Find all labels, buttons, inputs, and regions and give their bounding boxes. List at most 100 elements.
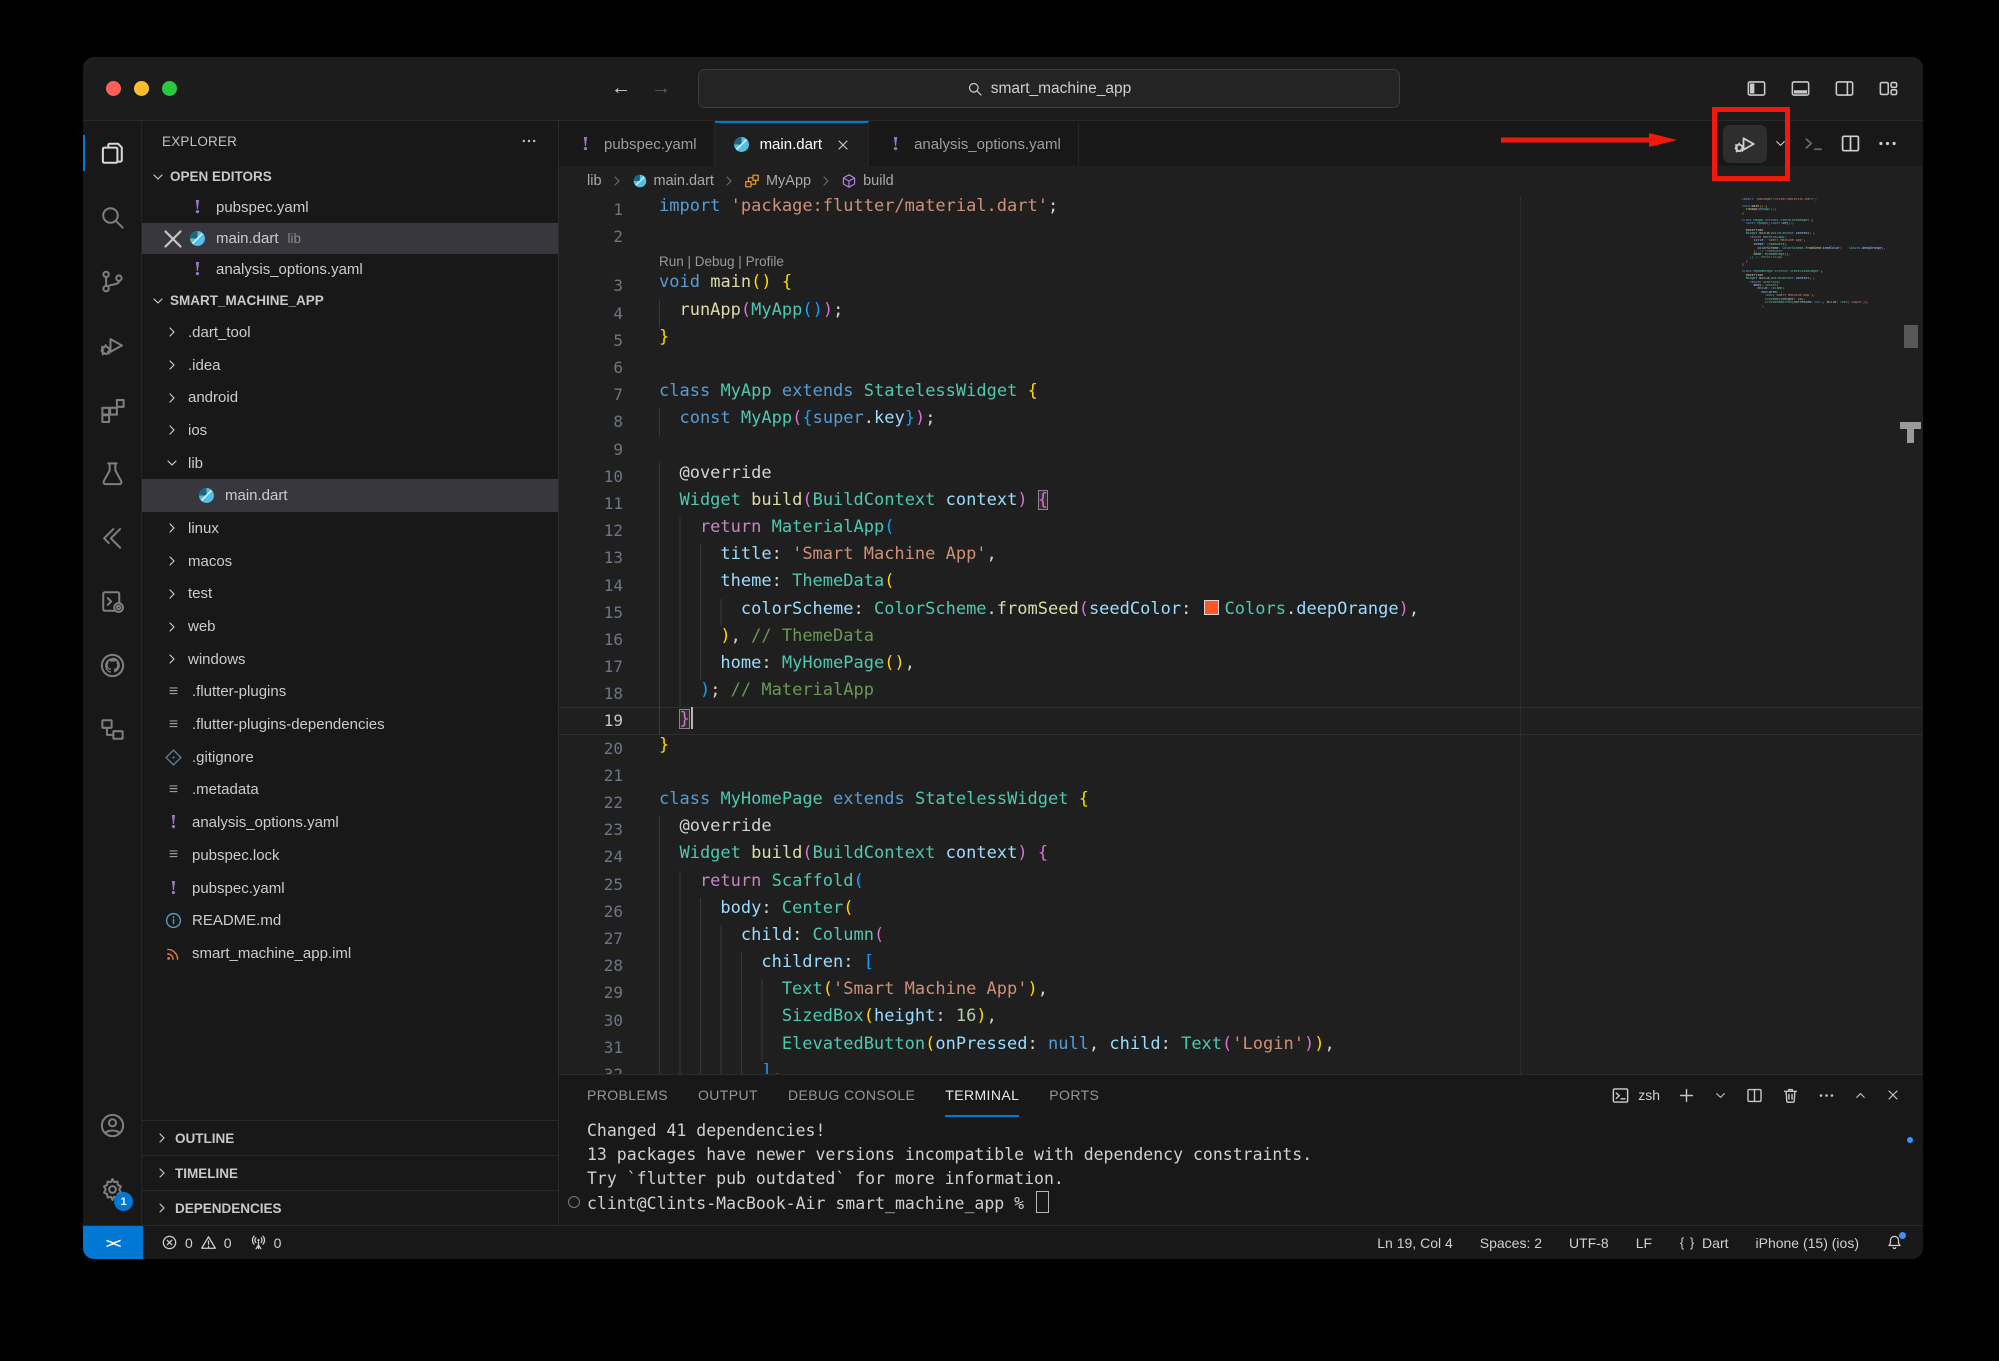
close-window-button[interactable] — [106, 81, 121, 96]
code-line-28[interactable]: 28children: [ — [559, 952, 1923, 979]
code-line-11[interactable]: 11Widget build(BuildContext context) { — [559, 490, 1923, 517]
code-line-20[interactable]: 20} — [559, 735, 1923, 762]
run-in-terminal-icon[interactable] — [1802, 132, 1825, 155]
code-line-31[interactable]: 31ElevatedButton(onPressed: null, child:… — [559, 1034, 1923, 1061]
run-or-debug-button[interactable] — [1723, 125, 1767, 163]
tree-item-.flutter-plugins-dependencies[interactable]: ≡.flutter-plugins-dependencies — [142, 708, 558, 741]
split-editor-icon[interactable] — [1839, 132, 1862, 155]
code-line-22[interactable]: 22class MyHomePage extends StatelessWidg… — [559, 789, 1923, 816]
tree-item-.metadata[interactable]: ≡.metadata — [142, 774, 558, 807]
terminal-more-icon[interactable] — [1817, 1086, 1836, 1105]
maximize-window-button[interactable] — [162, 81, 177, 96]
panel-tab-terminal[interactable]: TERMINAL — [945, 1075, 1019, 1117]
open-editor-item[interactable]: !pubspec.yaml — [142, 192, 558, 223]
close-tab-icon[interactable] — [835, 137, 851, 153]
sidebar-section-outline[interactable]: OUTLINE — [142, 1120, 558, 1155]
code-line-17[interactable]: 17home: MyHomePage(), — [559, 653, 1923, 680]
code-line-13[interactable]: 13title: 'Smart Machine App', — [559, 544, 1923, 571]
breadcrumb-item[interactable]: MyApp — [744, 173, 811, 189]
code-line-27[interactable]: 27child: Column( — [559, 925, 1923, 952]
tree-item-analysis_options.yaml[interactable]: !analysis_options.yaml — [142, 806, 558, 839]
tree-item-web[interactable]: web — [142, 610, 558, 643]
code-line-5[interactable]: 5} — [559, 327, 1923, 354]
tree-item-pubspec.yaml[interactable]: !pubspec.yaml — [142, 872, 558, 905]
panel-tab-output[interactable]: OUTPUT — [698, 1075, 758, 1117]
open-editors-header[interactable]: OPEN EDITORS — [142, 161, 558, 192]
layout-panel-icon[interactable] — [1790, 78, 1811, 99]
code-line-10[interactable]: 10@override — [559, 463, 1923, 490]
tab-pubspec.yaml[interactable]: !pubspec.yaml — [559, 121, 715, 166]
breadcrumb-item[interactable]: main.dart — [632, 173, 714, 189]
activity-item-source-control[interactable] — [83, 249, 141, 313]
activity-item-testing[interactable] — [83, 441, 141, 505]
activity-item-github[interactable] — [83, 633, 141, 697]
tree-item-ios[interactable]: ios — [142, 414, 558, 447]
code-line-14[interactable]: 14theme: ThemeData( — [559, 571, 1923, 598]
panel-tab-problems[interactable]: PROBLEMS — [587, 1075, 668, 1117]
new-terminal-icon[interactable] — [1677, 1086, 1696, 1105]
tree-item-windows[interactable]: windows — [142, 643, 558, 676]
breadcrumb-item[interactable]: lib — [587, 173, 602, 189]
code-line-30[interactable]: 30SizedBox(height: 16), — [559, 1006, 1923, 1033]
command-center-search[interactable]: smart_machine_app — [698, 69, 1400, 108]
remote-indicator[interactable]: >< — [83, 1226, 143, 1259]
code-line-16[interactable]: 16), // ThemeData — [559, 626, 1923, 653]
code-line-21[interactable]: 21 — [559, 762, 1923, 789]
tree-item-.idea[interactable]: .idea — [142, 349, 558, 382]
tree-item-.gitignore[interactable]: .gitignore — [142, 741, 558, 774]
split-terminal-icon[interactable] — [1745, 1086, 1764, 1105]
tree-item-test[interactable]: test — [142, 578, 558, 611]
layout-customize-icon[interactable] — [1878, 78, 1899, 99]
back-icon[interactable]: ← — [611, 77, 631, 100]
code-line-3[interactable]: 3void main() { — [559, 272, 1923, 299]
tree-item-main.dart[interactable]: main.dart — [142, 479, 558, 512]
color-swatch[interactable] — [1204, 600, 1219, 615]
project-section-header[interactable]: SMART_MACHINE_APP — [142, 285, 558, 316]
code-line-19[interactable]: 19} — [559, 707, 1923, 734]
run-options-chevron-icon[interactable] — [1773, 136, 1788, 151]
activity-item-explorer[interactable] — [83, 121, 141, 185]
code-line-2[interactable]: 2 — [559, 223, 1923, 250]
panel-tab-debug-console[interactable]: DEBUG CONSOLE — [788, 1075, 915, 1117]
code-editor[interactable]: 1import 'package:flutter/material.dart';… — [559, 196, 1923, 1074]
command-decoration-icon[interactable] — [568, 1196, 580, 1208]
activity-item-run-debug[interactable] — [83, 313, 141, 377]
forward-icon[interactable]: → — [651, 77, 671, 100]
tree-item-macos[interactable]: macos — [142, 545, 558, 578]
minimize-window-button[interactable] — [134, 81, 149, 96]
code-line-29[interactable]: 29Text('Smart Machine App'), — [559, 979, 1923, 1006]
status-notifications[interactable] — [1886, 1234, 1903, 1251]
status-cursor-position[interactable]: Ln 19, Col 4 — [1377, 1235, 1453, 1251]
problems-status[interactable]: 0 0 — [161, 1234, 232, 1251]
layout-sidebar-right-icon[interactable] — [1834, 78, 1855, 99]
panel-tab-ports[interactable]: PORTS — [1049, 1075, 1099, 1117]
terminal-instance[interactable]: zsh — [1611, 1086, 1660, 1105]
code-line-9[interactable]: 9 — [559, 436, 1923, 463]
code-line-1[interactable]: 1import 'package:flutter/material.dart'; — [559, 196, 1923, 223]
status-language-mode[interactable]: { }Dart — [1679, 1234, 1728, 1251]
terminal-output[interactable]: Changed 41 dependencies!13 packages have… — [559, 1115, 1923, 1216]
layout-sidebar-left-icon[interactable] — [1746, 78, 1767, 99]
terminal-profile-chevron-icon[interactable] — [1713, 1088, 1728, 1103]
tab-analysis_options.yaml[interactable]: !analysis_options.yaml — [869, 121, 1079, 166]
sidebar-section-dependencies[interactable]: DEPENDENCIES — [142, 1190, 558, 1225]
ports-status[interactable]: 0 — [250, 1234, 282, 1251]
code-line-25[interactable]: 25return Scaffold( — [559, 871, 1923, 898]
close-panel-icon[interactable] — [1885, 1087, 1901, 1103]
code-line-18[interactable]: 18); // MaterialApp — [559, 680, 1923, 707]
code-line-15[interactable]: 15colorScheme: ColorScheme.fromSeed(seed… — [559, 599, 1923, 626]
tree-item-lib[interactable]: lib — [142, 447, 558, 480]
tree-item-pubspec.lock[interactable]: ≡pubspec.lock — [142, 839, 558, 872]
activity-item-settings[interactable]: 1 — [83, 1157, 141, 1221]
sidebar-more-actions-icon[interactable] — [520, 132, 538, 150]
code-line-8[interactable]: 8const MyApp({super.key}); — [559, 408, 1923, 435]
status-indentation[interactable]: Spaces: 2 — [1480, 1235, 1542, 1251]
activity-item-extensions[interactable] — [83, 377, 141, 441]
minimap[interactable]: import 'package:flutter/material.dart';v… — [1742, 198, 1896, 308]
tree-item-smart_machine_app.iml[interactable]: smart_machine_app.iml — [142, 937, 558, 970]
code-line-32[interactable]: 32], — [559, 1061, 1923, 1074]
tree-item-linux[interactable]: linux — [142, 512, 558, 545]
activity-item-project-manager[interactable] — [83, 697, 141, 761]
codelens-run-debug-profile[interactable]: Run | Debug | Profile — [559, 250, 1923, 272]
activity-item-flutter[interactable] — [83, 505, 141, 569]
